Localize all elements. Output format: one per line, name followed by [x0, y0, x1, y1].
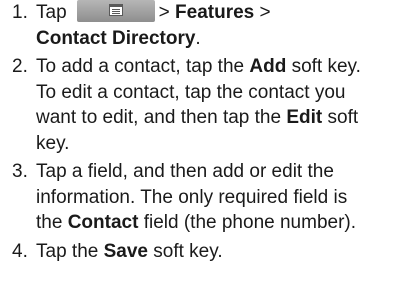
ui-term-contact-directory: Contact Directory — [36, 27, 196, 49]
step-text: soft — [322, 107, 359, 128]
step-text: Tap the — [36, 240, 104, 262]
step-text: want to edit, and then tap the — [36, 107, 287, 128]
step-number: 4. — [12, 240, 28, 262]
step-text: soft key. — [286, 56, 361, 77]
step-number: 3. — [12, 161, 28, 182]
step-4: 4. Tap the Save soft key. — [0, 239, 400, 265]
ui-term-add: Add — [249, 56, 287, 77]
step-text: . — [195, 27, 201, 49]
ui-term-features: Features — [175, 2, 255, 23]
menu-icon — [108, 4, 123, 16]
ui-term-save: Save — [103, 240, 148, 262]
ui-term-contact: Contact — [67, 212, 139, 233]
step-text: Tap — [36, 2, 67, 23]
step-text: soft key. — [147, 240, 223, 262]
step-text: > — [254, 2, 271, 23]
menu-button — [76, 0, 155, 22]
step-text: field (the phone number). — [138, 212, 357, 233]
step-2: 2. To add a contact, tap the Add soft ke… — [0, 54, 400, 156]
step-text: To edit a contact, tap the contact you — [36, 81, 346, 103]
step-number: 2. — [12, 56, 28, 77]
step-text: key. — [36, 132, 70, 154]
step-text: information. The only required field is — [36, 186, 348, 208]
instruction-steps: 1. Tap > Features > Contact Directory. 2. … — [0, 0, 400, 264]
step-3: 3. Tap a field, and then add or edit the… — [0, 159, 400, 236]
step-text: the — [36, 212, 68, 233]
ui-term-edit: Edit — [286, 107, 323, 128]
step-text: To add a contact, tap the — [36, 56, 250, 77]
step-text: > — [158, 2, 176, 23]
step-text: Tap a field, and then add or edit the — [36, 161, 334, 182]
step-number: 1. — [12, 2, 28, 23]
step-1: 1. Tap > Features > Contact Directory. — [0, 0, 400, 51]
